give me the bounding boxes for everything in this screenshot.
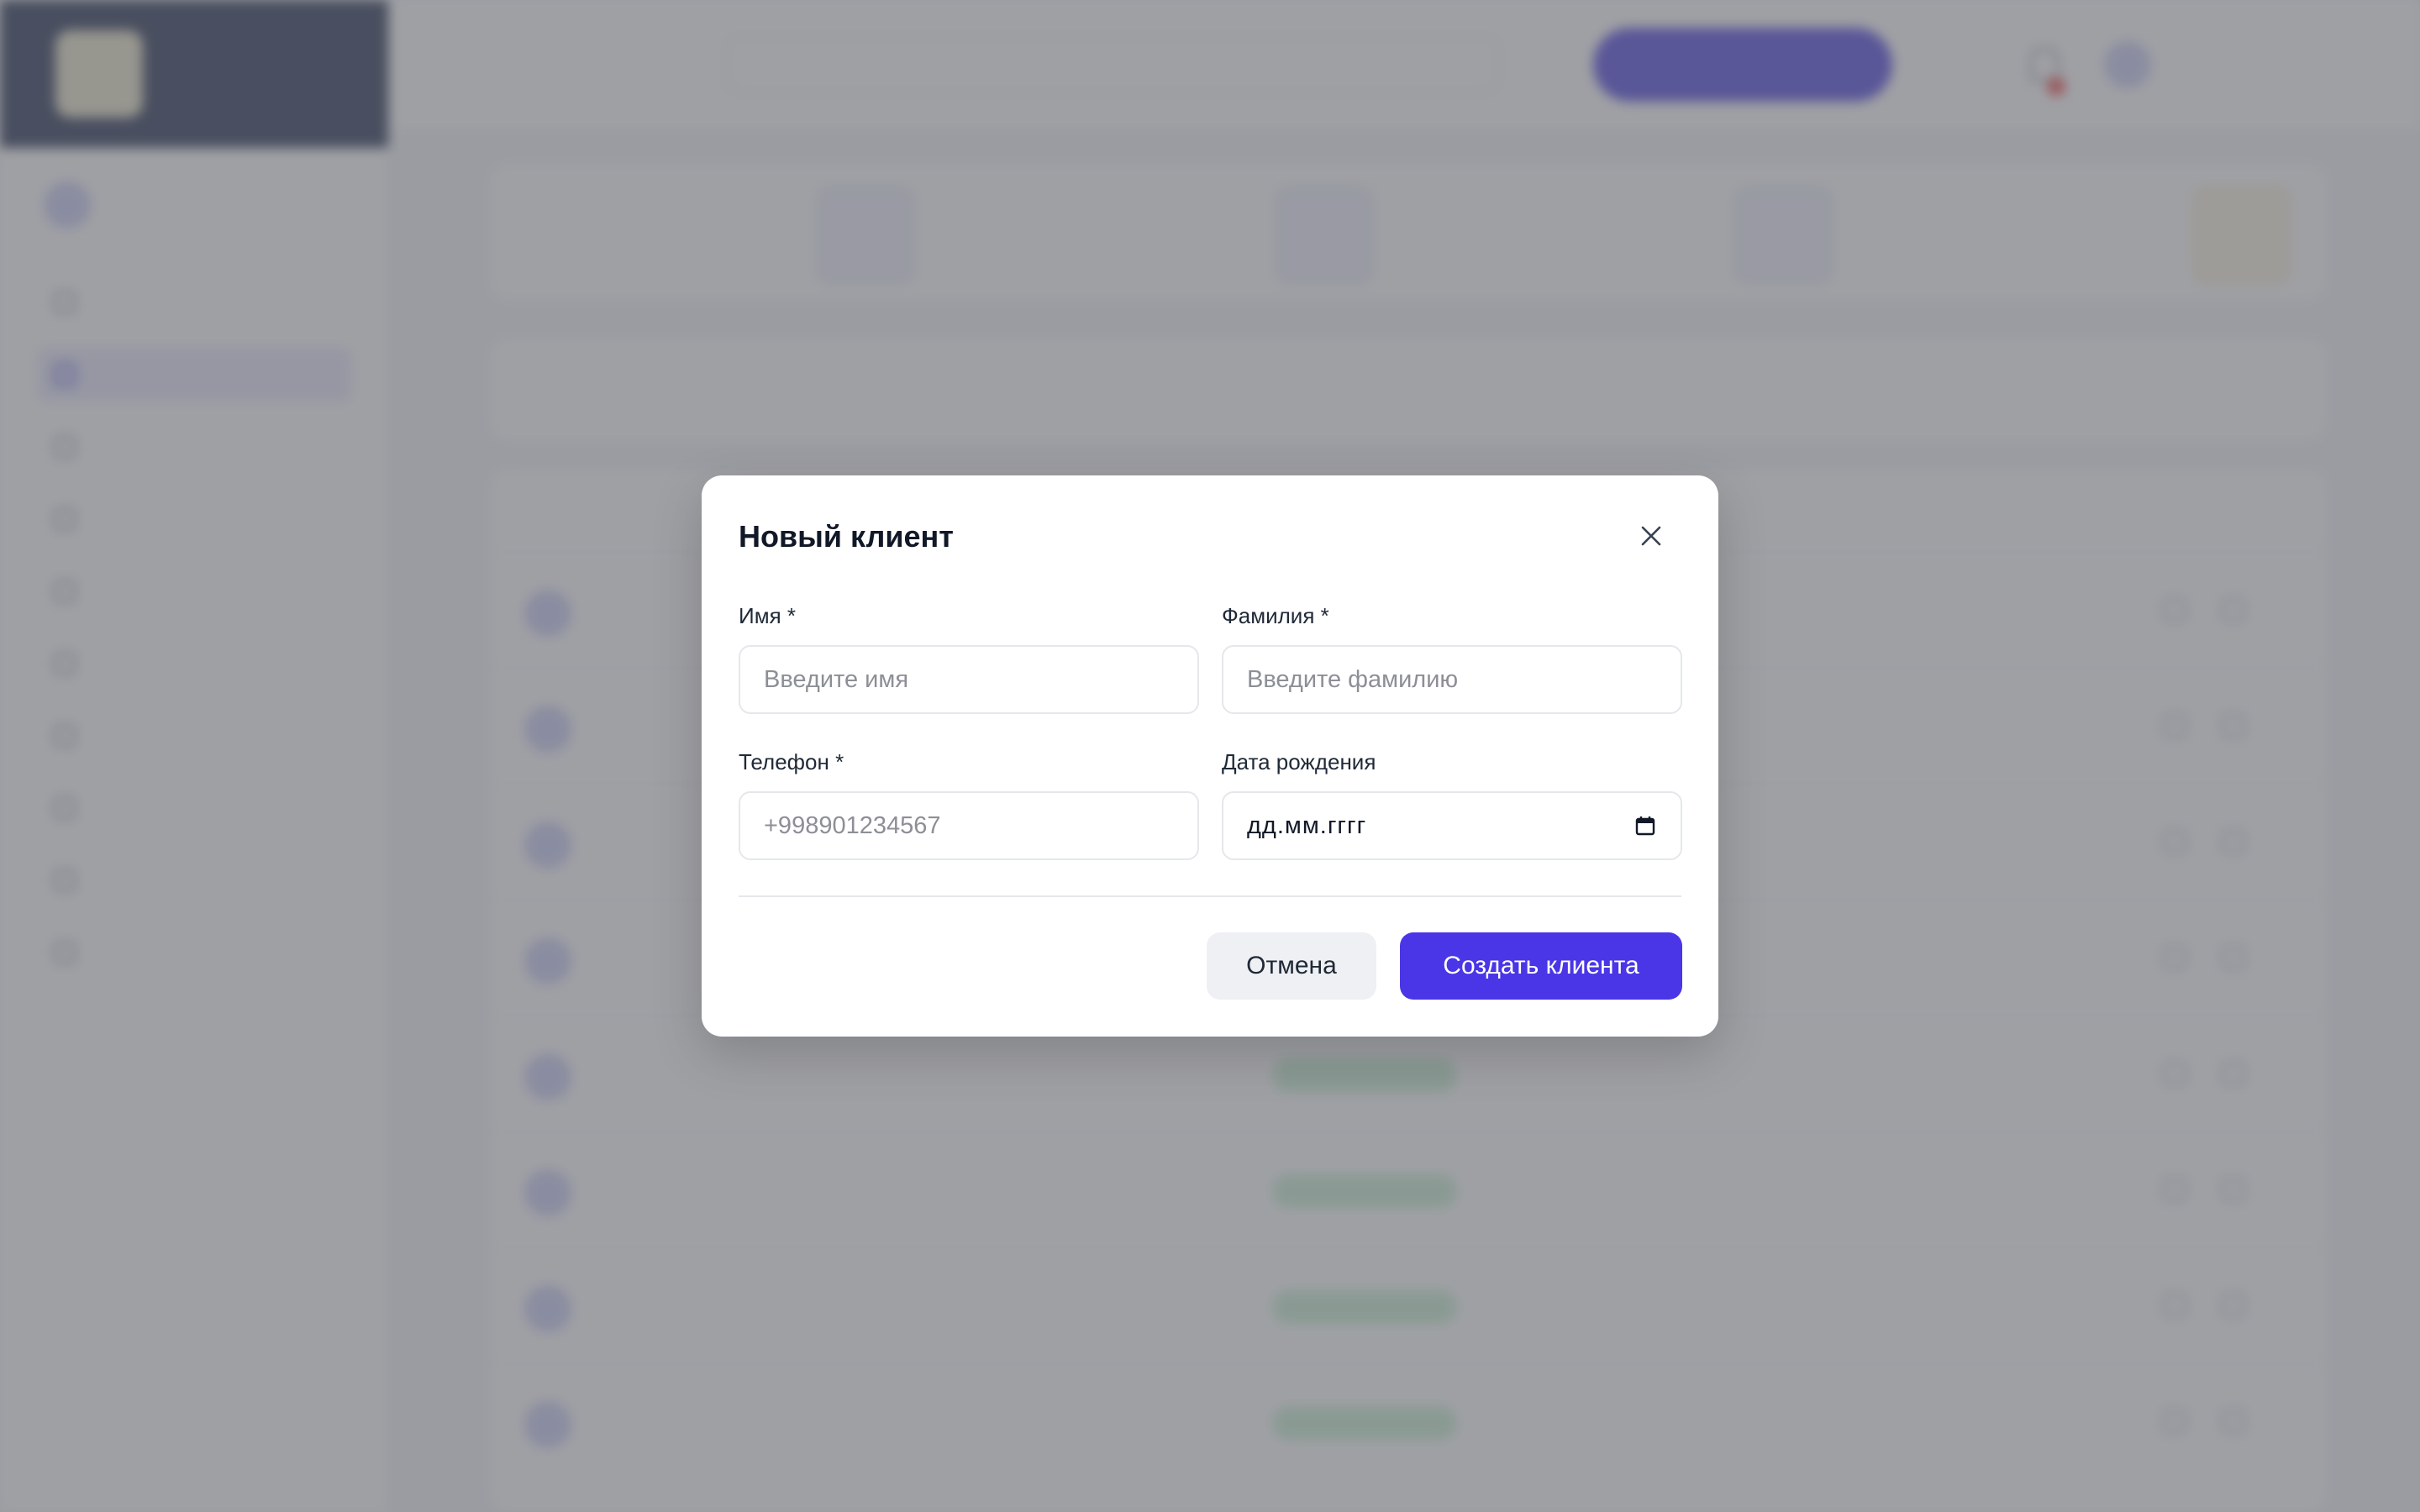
- new-client-modal: Новый клиент Имя * Фамилия * Телефон * Д…: [702, 475, 1718, 1037]
- cancel-button[interactable]: Отмена: [1207, 932, 1376, 1000]
- create-client-button[interactable]: Создать клиента: [1400, 932, 1682, 1000]
- birth-date-label: Дата рождения: [1222, 749, 1376, 774]
- first-name-field[interactable]: [739, 645, 1199, 714]
- last-name-field[interactable]: [1222, 645, 1682, 714]
- close-button[interactable]: [1634, 519, 1668, 553]
- birth-date-field[interactable]: дд.мм.гггг: [1222, 791, 1682, 860]
- first-name-label: Имя *: [739, 603, 796, 628]
- close-icon: [1641, 526, 1661, 546]
- last-name-label: Фамилия *: [1222, 603, 1329, 628]
- modal-divider: [739, 895, 1681, 897]
- calendar-icon[interactable]: [1634, 814, 1657, 837]
- modal-title: Новый клиент: [739, 519, 954, 554]
- birth-date-placeholder: дд.мм.гггг: [1247, 811, 1367, 839]
- phone-field[interactable]: [739, 791, 1199, 860]
- phone-label: Телефон *: [739, 749, 844, 774]
